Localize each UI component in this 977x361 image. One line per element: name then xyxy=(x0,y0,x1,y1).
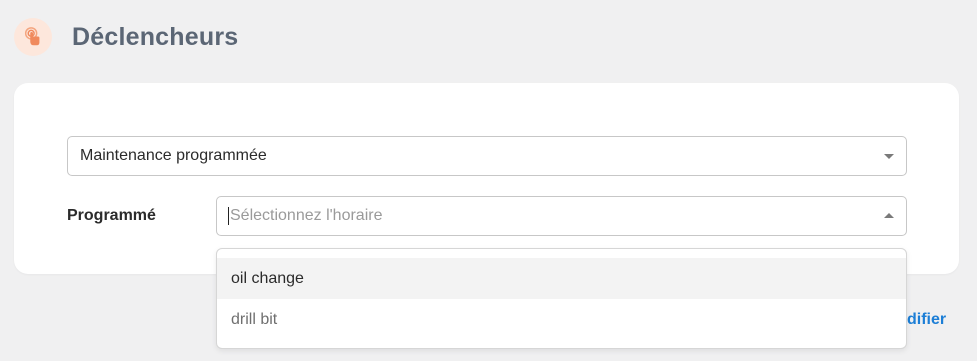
schedule-label: Programmé xyxy=(67,207,156,224)
schedule-dropdown-menu: oil change drill bit xyxy=(216,248,907,349)
modify-link[interactable]: difier xyxy=(907,311,946,329)
trigger-type-value: Maintenance programmée xyxy=(80,147,267,164)
trigger-card: Maintenance programmée Programmé Sélecti… xyxy=(14,83,959,274)
touch-icon xyxy=(14,18,52,56)
dropdown-option[interactable]: drill bit xyxy=(217,299,906,340)
trigger-type-select[interactable]: Maintenance programmée xyxy=(67,136,907,176)
chevron-down-icon xyxy=(884,154,894,159)
schedule-select[interactable]: Sélectionnez l'horaire xyxy=(216,196,907,236)
page-title: Déclencheurs xyxy=(72,22,239,51)
dropdown-option[interactable]: oil change xyxy=(217,258,906,299)
schedule-placeholder: Sélectionnez l'horaire xyxy=(230,207,383,224)
chevron-up-icon xyxy=(884,213,894,218)
page-header: Déclencheurs xyxy=(14,16,238,58)
